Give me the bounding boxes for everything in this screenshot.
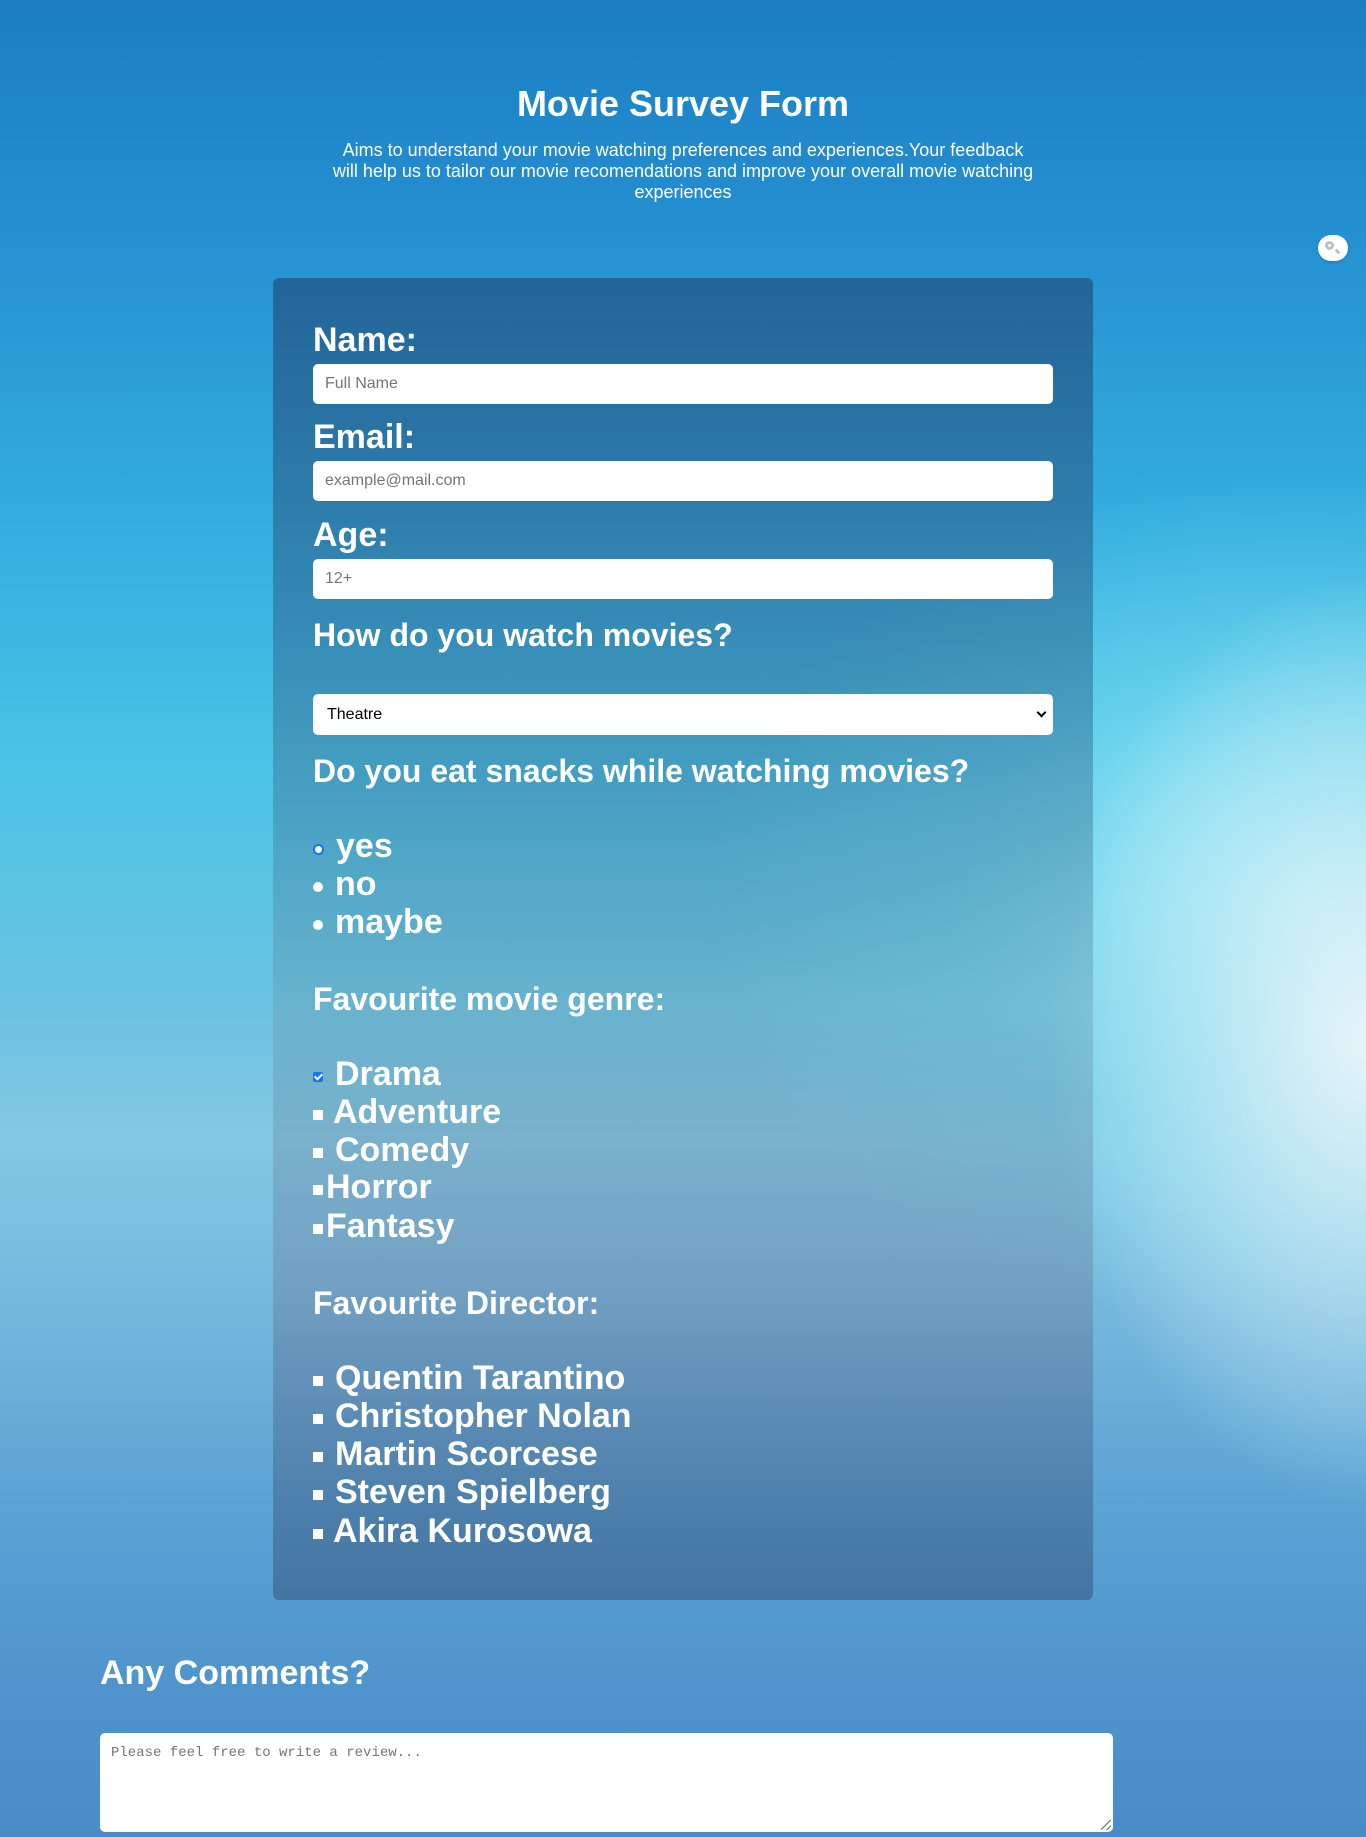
name-input[interactable] — [313, 364, 1053, 404]
radio-button[interactable] — [313, 920, 323, 931]
email-input[interactable] — [313, 461, 1053, 501]
genre-option-label: Comedy — [335, 1131, 470, 1169]
genre-option-label: Horror — [326, 1168, 432, 1206]
checkbox[interactable] — [313, 1452, 323, 1463]
director-option-label: Quentin Tarantino — [335, 1359, 626, 1397]
snacks-option-yes[interactable]: yes — [313, 827, 393, 865]
radio-button[interactable] — [313, 843, 324, 855]
genre-option-comedy[interactable]: Comedy — [313, 1131, 469, 1169]
page-title: Movie Survey Form — [516, 83, 850, 124]
watch-method-select[interactable]: Theatre — [313, 694, 1053, 735]
watch-method-value: Theatre — [327, 706, 383, 723]
snacks-option-maybe[interactable]: maybe — [313, 903, 443, 941]
genre-option-adventure[interactable]: Adventure — [313, 1093, 501, 1131]
genre-question: Favourite movie genre: — [313, 981, 666, 1017]
page-header: Movie Survey Form Aims to understand you… — [0, 82, 1366, 203]
name-label: Name: — [313, 321, 417, 359]
comments-title: Any Comments? — [100, 1654, 371, 1692]
checkbox[interactable] — [313, 1224, 323, 1235]
genre-option-horror[interactable]: Horror — [313, 1168, 432, 1206]
genre-option-drama[interactable]: Drama — [313, 1055, 441, 1093]
checkbox[interactable] — [313, 1148, 323, 1159]
director-option-tarantino[interactable]: Quentin Tarantino — [313, 1359, 625, 1397]
director-option-nolan[interactable]: Christopher Nolan — [313, 1397, 632, 1435]
snacks-option-label: maybe — [335, 903, 443, 941]
radio-button[interactable] — [313, 882, 323, 893]
genre-option-fantasy[interactable]: Fantasy — [313, 1207, 455, 1245]
director-option-label: Akira Kurosowa — [333, 1512, 592, 1550]
email-label: Email: — [313, 418, 416, 456]
checkbox[interactable] — [313, 1529, 323, 1540]
checkbox[interactable] — [313, 1072, 323, 1083]
genre-option-label: Adventure — [333, 1093, 502, 1131]
director-option-label: Christopher Nolan — [335, 1397, 632, 1435]
checkbox[interactable] — [313, 1376, 323, 1387]
search-icon — [1325, 241, 1334, 250]
checkbox[interactable] — [313, 1110, 323, 1121]
chevron-down-icon — [1036, 707, 1047, 718]
director-option-spielberg[interactable]: Steven Spielberg — [313, 1473, 611, 1511]
director-question: Favourite Director: — [313, 1285, 600, 1321]
checkbox[interactable] — [313, 1414, 323, 1425]
director-option-scorcese[interactable]: Martin Scorcese — [313, 1435, 598, 1473]
snacks-option-label: no — [335, 865, 377, 903]
survey-form: Name: Email: Age: How do you watch movie… — [273, 278, 1093, 1600]
comments-textarea[interactable]: Please feel free to write a review... — [100, 1733, 1113, 1832]
age-label: Age: — [313, 516, 389, 554]
watch-question: How do you watch movies? — [313, 617, 733, 653]
search-widget-button[interactable] — [1318, 235, 1348, 261]
page-description: Aims to understand your movie watching p… — [332, 140, 1034, 202]
snacks-option-label: yes — [336, 827, 393, 865]
search-icon-handle — [1334, 248, 1341, 255]
checkbox[interactable] — [313, 1490, 323, 1501]
checkbox[interactable] — [313, 1185, 323, 1196]
age-input[interactable] — [313, 559, 1053, 599]
comments-placeholder: Please feel free to write a review... — [111, 1745, 422, 1761]
genre-option-label: Fantasy — [326, 1207, 455, 1245]
genre-option-label: Drama — [335, 1055, 441, 1093]
resize-handle-icon[interactable] — [1101, 1820, 1111, 1830]
snacks-option-no[interactable]: no — [313, 865, 377, 903]
director-option-label: Steven Spielberg — [335, 1473, 611, 1511]
director-option-label: Martin Scorcese — [335, 1435, 598, 1473]
director-option-kurosowa[interactable]: Akira Kurosowa — [313, 1512, 592, 1550]
snacks-question: Do you eat snacks while watching movies? — [313, 753, 970, 789]
